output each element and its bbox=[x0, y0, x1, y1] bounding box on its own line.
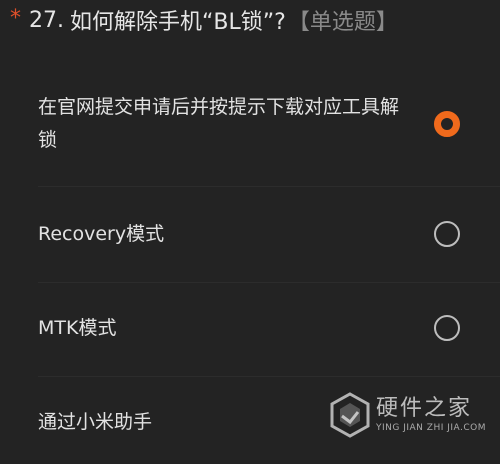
option-1[interactable]: 在官网提交申请后并按提示下载对应工具解锁 bbox=[0, 88, 500, 160]
radio-unselected[interactable] bbox=[434, 315, 460, 341]
radio-unselected[interactable] bbox=[434, 221, 460, 247]
radio-selected[interactable] bbox=[434, 111, 460, 137]
question-number: 27. bbox=[29, 7, 64, 33]
question-text: 如何解除手机“BL锁”? bbox=[70, 10, 286, 35]
option-2[interactable]: Recovery模式 bbox=[0, 212, 500, 256]
divider bbox=[38, 186, 500, 187]
watermark: 硬件之家 YING JIAN ZHI JIA.COM bbox=[330, 390, 490, 440]
watermark-brand: 硬件之家 bbox=[376, 396, 473, 421]
option-label: Recovery模式 bbox=[38, 222, 165, 245]
watermark-url: YING JIAN ZHI JIA.COM bbox=[376, 423, 487, 433]
option-3[interactable]: MTK模式 bbox=[0, 306, 500, 350]
option-label: MTK模式 bbox=[38, 316, 117, 339]
required-mark: * bbox=[10, 5, 21, 31]
option-label: 通过小米助手 bbox=[38, 410, 153, 433]
brand-logo-icon bbox=[330, 392, 370, 438]
divider bbox=[38, 376, 500, 377]
option-label: 在官网提交申请后并按提示下载对应工具解锁 bbox=[38, 96, 400, 151]
question-type-label: 【单选题】 bbox=[287, 10, 398, 35]
question-title: * 27. 如何解除手机“BL锁”? 【单选题】 bbox=[10, 4, 398, 36]
divider bbox=[38, 282, 500, 283]
